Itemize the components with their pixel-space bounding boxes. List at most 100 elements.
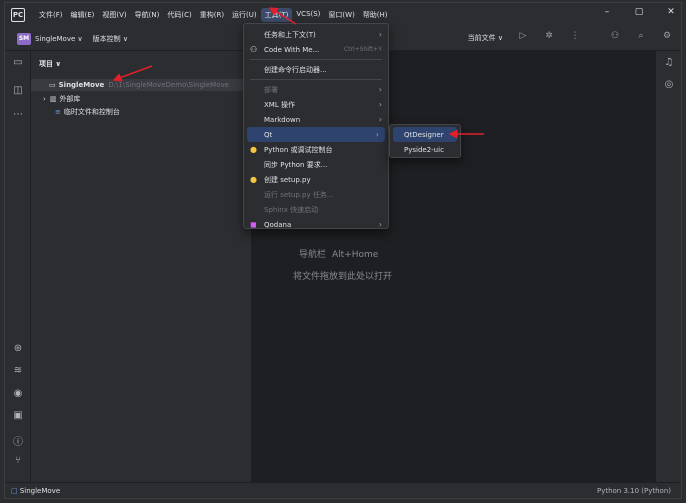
right-tool-stripe: ♫ ◎ — [655, 51, 681, 482]
git-icon[interactable]: ⑂ — [11, 455, 25, 469]
menu-qodana[interactable]: ◼ Qodana › — [244, 217, 388, 232]
chevron-right-icon: › — [378, 115, 382, 124]
problems-icon[interactable]: ⓘ — [11, 433, 25, 448]
tree-scratches[interactable]: ≡ 临时文件和控制台 — [31, 106, 251, 118]
python-icon: ● — [250, 175, 257, 184]
code-with-me-icon[interactable]: ⚇ — [609, 31, 621, 45]
menu-window[interactable]: 窗口(W) — [324, 8, 358, 22]
menu-tasks-context[interactable]: 任务和上下文(T) › — [244, 27, 388, 42]
menu-code-with-me-shortcut: Ctrl+Shift+Y — [343, 46, 382, 53]
terminal-icon[interactable]: ▣ — [11, 410, 25, 424]
chevron-right-icon: › — [378, 220, 382, 229]
maximize-button[interactable]: ▢ — [633, 7, 645, 21]
folder-icon[interactable]: ▭ — [11, 57, 25, 71]
more-icon[interactable]: ⋮ — [569, 31, 581, 45]
root-path: D:\1\SingleMoveDemo\SingleMove — [108, 81, 229, 89]
services-icon[interactable]: ◉ — [11, 388, 25, 402]
menu-items: 文件(F) 编辑(E) 视图(V) 导航(N) 代码(C) 重构(R) 运行(U… — [35, 8, 392, 22]
menu-file[interactable]: 文件(F) — [35, 8, 67, 22]
menu-xml-actions-label: XML 操作 — [264, 100, 295, 109]
menu-help[interactable]: 帮助(H) — [359, 8, 392, 22]
status-project-label: SingleMove — [19, 486, 61, 495]
menu-qodana-label: Qodana — [264, 220, 292, 229]
run-config-selector[interactable]: 当前文件 ∨ — [468, 33, 503, 43]
menu-python-console[interactable]: ● Python 或调试控制台 — [244, 142, 388, 157]
layers-icon[interactable]: ≋ — [11, 365, 25, 379]
project-square-icon: □ — [11, 486, 20, 495]
app-logo: PC — [11, 8, 25, 22]
menu-vcs[interactable]: VCS(S) — [292, 8, 324, 22]
menu-run-setup-label: 运行 setup.py 任务... — [264, 190, 334, 199]
menu-sync-requirements[interactable]: 同步 Python 要求... — [244, 157, 388, 172]
chevron-right-icon: › — [375, 130, 379, 139]
tools-menu: 任务和上下文(T) › ⚇ Code With Me... Ctrl+Shift+Y … — [243, 23, 389, 229]
menu-markdown[interactable]: Markdown › — [244, 112, 388, 127]
menu-tasks-context-label: 任务和上下文(T) — [264, 30, 316, 39]
drop-hint: 将文件拖放到此处以打开 — [293, 272, 393, 282]
debug-icon[interactable]: ✲ — [543, 31, 555, 45]
menu-sync-requirements-label: 同步 Python 要求... — [264, 160, 328, 169]
tree-external-libs[interactable]: › ▥ 外部库 — [31, 93, 251, 105]
folder-icon: ▭ — [49, 81, 56, 89]
vcs-selector[interactable]: 版本控制 ∨ — [93, 34, 128, 44]
status-bar: □ SingleMove Python 3.10 (Python) — [5, 482, 681, 498]
menu-sphinx[interactable]: Sphinx 快速启动 — [244, 202, 388, 217]
menu-pyside2-uic[interactable]: Pyside2-uic — [390, 142, 460, 157]
close-button[interactable]: ✕ — [665, 7, 677, 21]
menu-tools[interactable]: 工具(T) — [260, 8, 293, 22]
menu-qt[interactable]: Qt › — [247, 127, 385, 142]
menu-navigate[interactable]: 导航(N) — [131, 8, 164, 22]
menu-separator — [250, 79, 382, 80]
toolbar-right: 当前文件 ∨ ▷ ✲ ⋮ ⚇ ⌕ ⚙ — [468, 31, 673, 45]
settings-icon[interactable]: ⚙ — [661, 31, 673, 45]
menu-cli-launcher[interactable]: 创建命令行启动器... — [244, 62, 388, 77]
status-project[interactable]: □ SingleMove — [11, 487, 60, 495]
menu-refactor[interactable]: 重构(R) — [196, 8, 228, 22]
project-panel: 项目 ∨ ▭ SingleMove D:\1\SingleMoveDemo\Si… — [31, 51, 251, 482]
run-icon[interactable]: ▷ — [517, 31, 529, 45]
more-tools-icon[interactable]: ⋯ — [11, 109, 25, 123]
python-packages-icon[interactable]: ⊛ — [11, 343, 25, 357]
menu-run[interactable]: 运行(U) — [228, 8, 261, 22]
project-selector[interactable]: SingleMove ∨ — [35, 35, 83, 43]
menu-qtdesigner[interactable]: QtDesigner — [393, 127, 457, 142]
qodana-icon: ◼ — [250, 220, 257, 229]
menu-create-setup[interactable]: ● 创建 setup.py — [244, 172, 388, 187]
ai-assistant-icon[interactable]: ◎ — [662, 79, 676, 93]
menu-run-setup[interactable]: 运行 setup.py 任务... — [244, 187, 388, 202]
menu-xml-actions[interactable]: XML 操作 › — [244, 97, 388, 112]
nav-hint-label: 导航栏 — [299, 250, 327, 260]
minimize-button[interactable]: – — [601, 7, 613, 21]
code-with-me-icon: ⚇ — [250, 45, 258, 54]
menu-code-with-me[interactable]: ⚇ Code With Me... Ctrl+Shift+Y — [244, 42, 388, 57]
chevron-right-icon: › — [378, 30, 382, 39]
menu-deployment[interactable]: 部署 › — [244, 82, 388, 97]
chevron-right-icon: › — [43, 95, 46, 103]
menu-code[interactable]: 代码(C) — [163, 8, 195, 22]
menu-markdown-label: Markdown — [264, 115, 301, 124]
menu-python-console-label: Python 或调试控制台 — [264, 145, 333, 154]
menu-code-with-me-label: Code With Me... — [264, 45, 320, 54]
search-icon[interactable]: ⌕ — [635, 31, 647, 45]
status-interpreter[interactable]: Python 3.10 (Python) — [597, 487, 671, 495]
menu-sphinx-label: Sphinx 快速启动 — [264, 205, 319, 214]
project-panel-title[interactable]: 项目 ∨ — [39, 59, 61, 69]
menu-create-setup-label: 创建 setup.py — [264, 175, 311, 184]
chevron-right-icon: › — [378, 85, 382, 94]
left-tool-stripe: ▭ ◫ ⋯ ⊛ ≋ ◉ ▣ ⓘ ⑂ — [5, 51, 31, 482]
menu-separator — [250, 59, 382, 60]
chevron-right-icon: › — [378, 100, 382, 109]
window-controls: – ▢ ✕ — [601, 7, 677, 21]
library-icon: ▥ — [49, 95, 57, 103]
menu-qt-label: Qt — [264, 130, 273, 139]
tree-root[interactable]: ▭ SingleMove D:\1\SingleMoveDemo\SingleM… — [31, 79, 251, 91]
python-icon: ● — [250, 145, 257, 154]
structure-icon[interactable]: ◫ — [11, 85, 25, 99]
qt-submenu: QtDesigner Pyside2-uic — [389, 124, 461, 158]
menu-deployment-label: 部署 — [264, 85, 278, 94]
nav-hint-shortcut: Alt+Home — [332, 250, 379, 260]
notifications-icon[interactable]: ♫ — [662, 57, 676, 71]
menu-edit[interactable]: 编辑(E) — [67, 8, 99, 22]
nav-hint: 导航栏 Alt+Home — [299, 247, 378, 260]
menu-view[interactable]: 视图(V) — [98, 8, 130, 22]
